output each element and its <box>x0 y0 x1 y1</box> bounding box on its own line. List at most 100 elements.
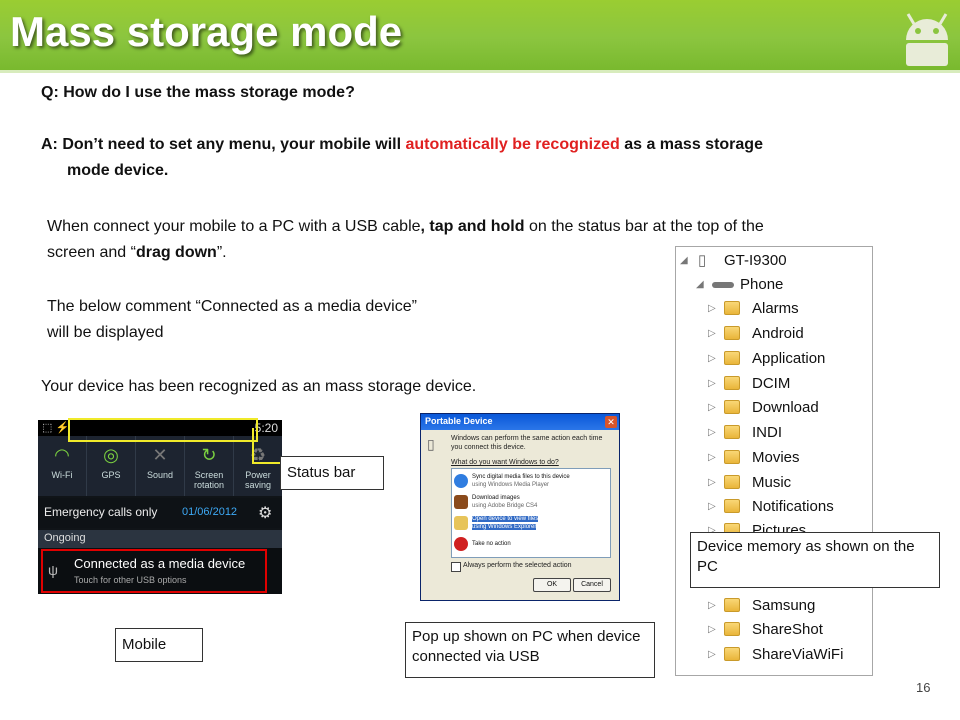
folder-label: ShareViaWiFi <box>752 646 844 663</box>
quick-toggle-label: Power saving <box>244 470 271 490</box>
quick-toggle-label: Sound <box>146 470 174 480</box>
portable-device-dialog: Portable Device ✕ ▯ Windows can perform … <box>420 413 620 601</box>
instruction-paragraph-2-line2: will be displayed <box>47 324 164 341</box>
quick-toggle-sound[interactable]: ✕ Sound <box>136 436 185 496</box>
folder-icon <box>724 622 740 636</box>
folder-icon <box>724 647 740 661</box>
collapse-arrow-icon: ▷ <box>708 353 716 364</box>
always-checkbox-label: Always perform the selected action <box>463 562 572 569</box>
usb-status-icon: ⬚ ⚡ <box>42 422 70 434</box>
collapse-arrow-icon: ▷ <box>708 427 716 438</box>
folder-icon <box>724 351 740 365</box>
action-subtitle: using Windows Media Player <box>472 482 550 488</box>
ongoing-text: Ongoing <box>44 532 86 544</box>
adobe-bridge-icon <box>454 495 468 509</box>
instruction-bold: drag down <box>135 244 217 261</box>
collapse-arrow-icon: ▷ <box>708 452 716 463</box>
phone-time: 5:20 <box>254 421 278 435</box>
action-subtitle: using Windows Explorer <box>472 524 537 530</box>
question-text: Q: How do I use the mass storage mode? <box>41 84 355 101</box>
quick-toggle-label: Wi-Fi <box>51 470 73 480</box>
quick-toggle-label: GPS <box>101 470 121 480</box>
tree-root-label: GT-I9300 <box>724 252 787 269</box>
gps-icon: ◎ <box>103 445 119 465</box>
action-title: Download images <box>472 495 520 501</box>
folder-icon <box>724 376 740 390</box>
action-title: Open device to view files <box>472 516 539 522</box>
dialog-question: What do you want Windows to do? <box>451 459 559 466</box>
callout-connector <box>252 462 280 464</box>
callout-connector <box>252 428 254 464</box>
android-logo-icon <box>906 13 948 66</box>
folder-icon <box>724 301 740 315</box>
folder-label: Movies <box>752 449 800 466</box>
action-item-open-device[interactable]: Open device to view files using Windows … <box>454 514 602 534</box>
instruction-bold: , tap and hold <box>420 218 525 235</box>
page-number: 16 <box>916 680 931 695</box>
expand-arrow-icon: ◢ <box>680 255 688 266</box>
popup-callout: Pop up shown on PC when device connected… <box>405 622 655 678</box>
answer-part2: as a mass storage <box>619 136 763 153</box>
sound-muted-icon: ✕ <box>152 445 168 465</box>
rotation-icon: ↻ <box>201 445 217 465</box>
status-bar-callout: Status bar <box>280 456 384 490</box>
dialog-title: Portable Device <box>425 416 493 426</box>
quick-toggle-power-saving[interactable]: ♻ Power saving <box>234 436 282 496</box>
collapse-arrow-icon: ▷ <box>708 303 716 314</box>
dialog-titlebar: Portable Device ✕ <box>421 414 619 430</box>
ok-button[interactable]: OK <box>533 578 571 592</box>
folder-label: ShareShot <box>752 621 823 638</box>
media-player-icon <box>454 474 468 488</box>
wifi-icon: ◠ <box>54 445 70 465</box>
quick-toggle-label: Screen rotation <box>193 470 225 490</box>
phone-date: 01/06/2012 <box>182 506 238 518</box>
action-item-download-images[interactable]: Download images using Adobe Bridge CS4 <box>454 493 602 513</box>
instruction-text: ”. <box>216 244 227 261</box>
instruction-paragraph-2: The below comment “Connected as a media … <box>47 298 417 315</box>
answer-part1: A: Don’t need to set any menu, your mobi… <box>41 136 406 153</box>
folder-icon <box>724 425 740 439</box>
notification-highlight-box <box>41 549 267 593</box>
collapse-arrow-icon: ▷ <box>708 402 716 413</box>
quick-toggle-wifi[interactable]: ◠ Wi-Fi <box>38 436 87 496</box>
quick-toggle-gps[interactable]: ◎ GPS <box>87 436 136 496</box>
close-icon[interactable]: ✕ <box>605 416 617 428</box>
answer-text: A: Don’t need to set any menu, your mobi… <box>41 132 763 158</box>
collapse-arrow-icon: ▷ <box>708 649 716 660</box>
folder-label: Notifications <box>752 498 834 515</box>
gear-icon[interactable]: ⚙ <box>258 503 272 523</box>
status-bar-highlight-box <box>68 418 258 442</box>
instruction-text: on the status bar at the top of the <box>524 218 764 235</box>
action-item-sync[interactable]: Sync digital media files to this device … <box>454 472 602 492</box>
always-checkbox[interactable] <box>451 562 461 572</box>
action-subtitle: using Adobe Bridge CS4 <box>472 503 538 509</box>
folder-label: Samsung <box>752 597 816 614</box>
collapse-arrow-icon: ▷ <box>708 378 716 389</box>
action-list: Sync digital media files to this device … <box>451 468 611 558</box>
folder-label: Download <box>752 399 819 416</box>
folder-label: Alarms <box>752 300 799 317</box>
no-action-icon <box>454 537 468 551</box>
answer-line2: mode device. <box>67 162 169 179</box>
action-title: Sync digital media files to this device <box>472 474 570 480</box>
instruction-text: When connect your mobile to a PC with a … <box>47 218 421 235</box>
instruction-paragraph-1-line2: screen and “drag down”. <box>47 240 227 266</box>
device-icon: ▯ <box>427 436 435 452</box>
collapse-arrow-icon: ▷ <box>708 501 716 512</box>
answer-highlight: automatically be recognized <box>405 136 620 153</box>
cancel-button[interactable]: Cancel <box>573 578 611 592</box>
folder-icon <box>724 598 740 612</box>
folder-label: Android <box>752 325 804 342</box>
mobile-callout: Mobile <box>115 628 203 662</box>
folder-label: Application <box>752 350 826 367</box>
quick-toggle-screen-rotation[interactable]: ↻ Screen rotation <box>185 436 234 496</box>
slide-title: Mass storage mode <box>10 8 403 55</box>
ongoing-header: Ongoing <box>38 530 282 548</box>
device-folder-tree: ◢ ▯ GT-I9300 ◢ Phone ▷ Alarms ▷ Android ▷ App… <box>675 246 873 676</box>
drive-icon <box>712 282 734 288</box>
device-memory-callout: Device memory as shown on the PC <box>690 532 940 588</box>
action-item-no-action[interactable]: Take no action <box>454 535 602 555</box>
folder-label: INDI <box>752 424 782 441</box>
collapse-arrow-icon: ▷ <box>708 624 716 635</box>
folder-icon <box>724 450 740 464</box>
